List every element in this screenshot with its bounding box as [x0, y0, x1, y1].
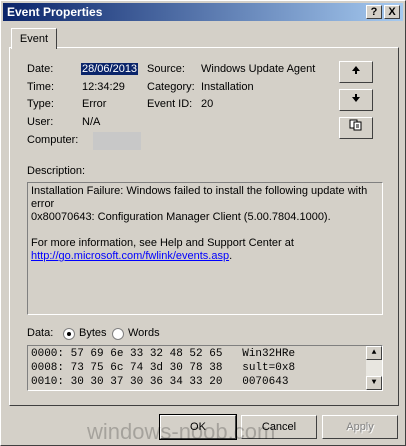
category-label: Category:: [147, 81, 195, 93]
description-line-2: 0x80070643: Configuration Manager Client…: [31, 211, 331, 223]
ok-button[interactable]: OK: [159, 414, 237, 440]
arrow-down-icon: [351, 94, 361, 106]
apply-button[interactable]: Apply: [322, 415, 398, 439]
cancel-button[interactable]: Cancel: [241, 415, 317, 439]
data-scrollbar[interactable]: ▲ ▼: [366, 346, 382, 390]
data-row: 0010: 30 30 37 30 36 34 33 20 0070643: [31, 376, 296, 388]
previous-event-button[interactable]: [339, 61, 373, 83]
computer-value-redacted: [93, 132, 141, 150]
window-title: Event Properties: [7, 5, 103, 19]
words-radio-label[interactable]: Words: [128, 327, 160, 339]
event-id-value: 20: [201, 98, 214, 110]
data-hex-box[interactable]: 0000: 57 69 6e 33 32 48 52 65 Win32HRe 0…: [27, 345, 383, 391]
title-bar: Event Properties ? X: [3, 3, 403, 21]
data-row: 0000: 57 69 6e 33 32 48 52 65 Win32HRe: [31, 348, 296, 360]
description-link-suffix: .: [229, 250, 233, 262]
user-label: User:: [27, 116, 54, 128]
event-properties-dialog: Event Properties ? X Event Date: 28/06/2…: [0, 0, 406, 446]
source-value: Windows Update Agent: [201, 63, 316, 75]
description-line-1: Installation Failure: Windows failed to …: [31, 185, 368, 210]
data-row: 0008: 73 75 6c 74 3d 30 78 38 sult=0x8: [31, 362, 296, 374]
time-label: Time:: [27, 81, 55, 93]
type-label: Type:: [27, 98, 54, 110]
help-link[interactable]: http://go.microsoft.com/fwlink/events.as…: [31, 250, 229, 262]
category-value: Installation: [201, 81, 254, 93]
event-id-label: Event ID:: [147, 98, 193, 110]
data-label: Data:: [27, 327, 54, 339]
copy-icon: [349, 119, 363, 134]
scroll-up-button[interactable]: ▲: [366, 346, 382, 360]
description-box[interactable]: Installation Failure: Windows failed to …: [27, 182, 383, 315]
user-value: N/A: [82, 116, 101, 128]
date-value[interactable]: 28/06/2013: [81, 63, 139, 75]
bytes-radio-label[interactable]: Bytes: [79, 327, 107, 339]
description-label: Description:: [27, 165, 86, 177]
source-label: Source:: [147, 63, 185, 75]
help-button[interactable]: ?: [366, 5, 382, 19]
time-value: 12:34:29: [82, 81, 125, 93]
close-button[interactable]: X: [384, 5, 400, 19]
type-value: Error: [82, 98, 107, 110]
copy-event-button[interactable]: [339, 117, 373, 139]
description-line-3: For more information, see Help and Suppo…: [31, 237, 294, 249]
words-radio[interactable]: [112, 328, 124, 340]
scroll-down-button[interactable]: ▼: [366, 376, 382, 390]
bytes-radio[interactable]: [63, 328, 75, 340]
date-label: Date:: [27, 63, 54, 75]
tab-event[interactable]: Event: [11, 28, 57, 49]
next-event-button[interactable]: [339, 89, 373, 111]
computer-label: Computer:: [27, 134, 79, 146]
arrow-up-icon: [351, 66, 361, 78]
